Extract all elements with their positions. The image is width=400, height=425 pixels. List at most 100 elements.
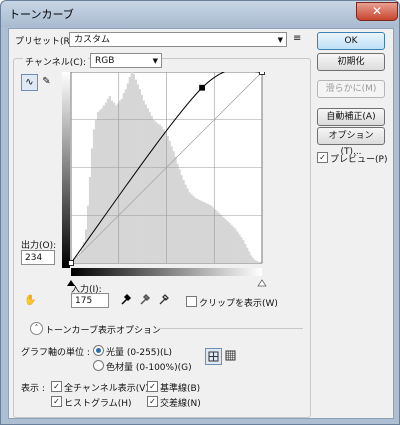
histogram-bar bbox=[122, 93, 126, 263]
histogram-bar bbox=[94, 119, 98, 263]
histogram-bar bbox=[206, 203, 209, 263]
histogram-bar bbox=[162, 129, 165, 263]
preview-checkbox[interactable]: ✓ bbox=[317, 152, 328, 163]
channel-label: チャンネル(C): bbox=[23, 55, 89, 68]
gray-eyedropper-icon[interactable] bbox=[137, 293, 152, 308]
reset-button[interactable]: 初期化 bbox=[317, 53, 385, 71]
histogram-bar bbox=[96, 112, 100, 263]
histogram-bar bbox=[190, 194, 193, 263]
histogram-bar bbox=[100, 108, 104, 263]
histogram-bar bbox=[170, 146, 173, 263]
histogram-bar bbox=[142, 100, 145, 264]
histogram-bar bbox=[144, 104, 147, 263]
histogram-bar bbox=[158, 124, 161, 264]
histogram-bar bbox=[152, 119, 155, 263]
histogram-bar bbox=[222, 217, 225, 263]
baseline-label: 基準線(B) bbox=[160, 384, 201, 394]
grid-10x10-icon[interactable] bbox=[223, 348, 238, 363]
curve-point[interactable] bbox=[199, 84, 205, 91]
histogram-bar bbox=[124, 89, 128, 263]
light-label: 光量 (0-255)(L) bbox=[106, 348, 173, 358]
histogram-bar bbox=[184, 184, 187, 263]
histogram-bar bbox=[248, 251, 251, 263]
preset-label: プリセット(R): bbox=[15, 37, 77, 47]
white-point-slider[interactable] bbox=[257, 279, 267, 287]
preview-label: プレビュー(P) bbox=[330, 155, 388, 165]
all-channels-label: 全チャンネル表示(V) bbox=[64, 384, 149, 394]
histogram-bar bbox=[214, 209, 217, 263]
histogram-bar bbox=[120, 98, 124, 264]
curve-point[interactable] bbox=[68, 260, 74, 266]
pigment-radio[interactable] bbox=[93, 360, 104, 371]
histogram-bar bbox=[242, 240, 245, 263]
input-field[interactable]: 175 bbox=[71, 293, 109, 308]
histogram-bar bbox=[174, 156, 177, 263]
hand-target-icon[interactable]: ✋ bbox=[23, 293, 38, 308]
window-title: トーンカーブ bbox=[9, 8, 74, 21]
histogram-bar bbox=[200, 200, 203, 263]
histogram-bar bbox=[210, 205, 213, 263]
histogram-bar bbox=[166, 135, 169, 263]
close-button[interactable]: ✕ bbox=[356, 2, 398, 21]
output-gradient-bar bbox=[62, 72, 70, 268]
divider bbox=[159, 328, 303, 329]
histogram-bar bbox=[204, 202, 207, 263]
histogram-bar bbox=[104, 102, 108, 263]
intersection-checkbox[interactable]: ✓ bbox=[147, 396, 158, 407]
histogram-checkbox[interactable]: ✓ bbox=[51, 396, 62, 407]
histogram-bar bbox=[168, 140, 171, 263]
histogram-bar bbox=[126, 83, 129, 264]
black-eyedropper-icon[interactable] bbox=[118, 293, 133, 308]
curve-point-tool-icon[interactable]: ∿ bbox=[21, 74, 38, 91]
auto-button[interactable]: 自動補正(A) bbox=[317, 108, 385, 126]
histogram-bar bbox=[236, 231, 239, 263]
histogram-bar bbox=[118, 100, 122, 264]
histogram-bar bbox=[176, 163, 179, 263]
curves-dialog: トーンカーブ ✕ プリセット(R): カスタム ▼ ≡ OK 初期化 滑らかに(… bbox=[0, 0, 400, 425]
pencil-icon[interactable]: ✎ bbox=[39, 74, 54, 89]
curve-point[interactable] bbox=[259, 72, 265, 75]
histogram-bar bbox=[114, 105, 118, 263]
histogram-bar bbox=[178, 169, 181, 263]
preset-menu-icon[interactable]: ≡ bbox=[293, 33, 301, 44]
smooth-button[interactable]: 滑らかに(M) bbox=[317, 80, 385, 98]
curve-graph[interactable] bbox=[62, 72, 272, 298]
pigment-label: 色材量 (0-100%)(G) bbox=[106, 363, 192, 373]
histogram-bar bbox=[74, 259, 78, 263]
preset-select[interactable]: カスタム ▼ bbox=[69, 32, 287, 47]
histogram-bar bbox=[246, 247, 249, 263]
clip-label: クリップを表示(W) bbox=[199, 299, 278, 309]
histogram-bar bbox=[240, 237, 243, 263]
all-channels-checkbox[interactable]: ✓ bbox=[51, 381, 62, 392]
histogram-bar bbox=[196, 199, 199, 263]
histogram-bar bbox=[106, 98, 110, 264]
histogram-bar bbox=[180, 175, 183, 263]
histogram-bar bbox=[160, 126, 163, 263]
ok-button[interactable]: OK bbox=[317, 32, 385, 50]
output-field[interactable]: 234 bbox=[21, 250, 55, 265]
baseline-checkbox[interactable]: ✓ bbox=[147, 381, 158, 392]
display-label: 表示 : bbox=[21, 384, 45, 394]
histogram-bar bbox=[194, 198, 197, 263]
histogram-bar bbox=[254, 260, 257, 263]
histogram-bar bbox=[136, 84, 139, 263]
channel-value: RGB bbox=[95, 56, 115, 66]
grid-4x4-icon[interactable] bbox=[205, 348, 222, 365]
histogram-bar bbox=[78, 254, 82, 263]
expand-collapse-icon[interactable]: ˄ bbox=[30, 322, 43, 335]
clip-checkbox[interactable] bbox=[186, 296, 197, 307]
histogram-bar bbox=[150, 115, 153, 264]
histogram-bar bbox=[112, 102, 116, 263]
histogram-bar bbox=[188, 192, 191, 263]
options-button[interactable]: オプション(T)... bbox=[317, 127, 385, 157]
chevron-down-icon: ▼ bbox=[277, 36, 283, 44]
input-gradient-bar bbox=[71, 268, 262, 276]
histogram-bar bbox=[128, 76, 131, 264]
histogram-bar bbox=[108, 95, 112, 263]
light-radio[interactable] bbox=[93, 345, 104, 356]
title-bar[interactable]: トーンカーブ ✕ bbox=[1, 1, 399, 27]
white-eyedropper-icon[interactable] bbox=[156, 293, 171, 308]
histogram-bar bbox=[98, 110, 102, 263]
channel-select[interactable]: RGB ▼ bbox=[90, 53, 162, 68]
histogram-bar bbox=[226, 220, 229, 263]
